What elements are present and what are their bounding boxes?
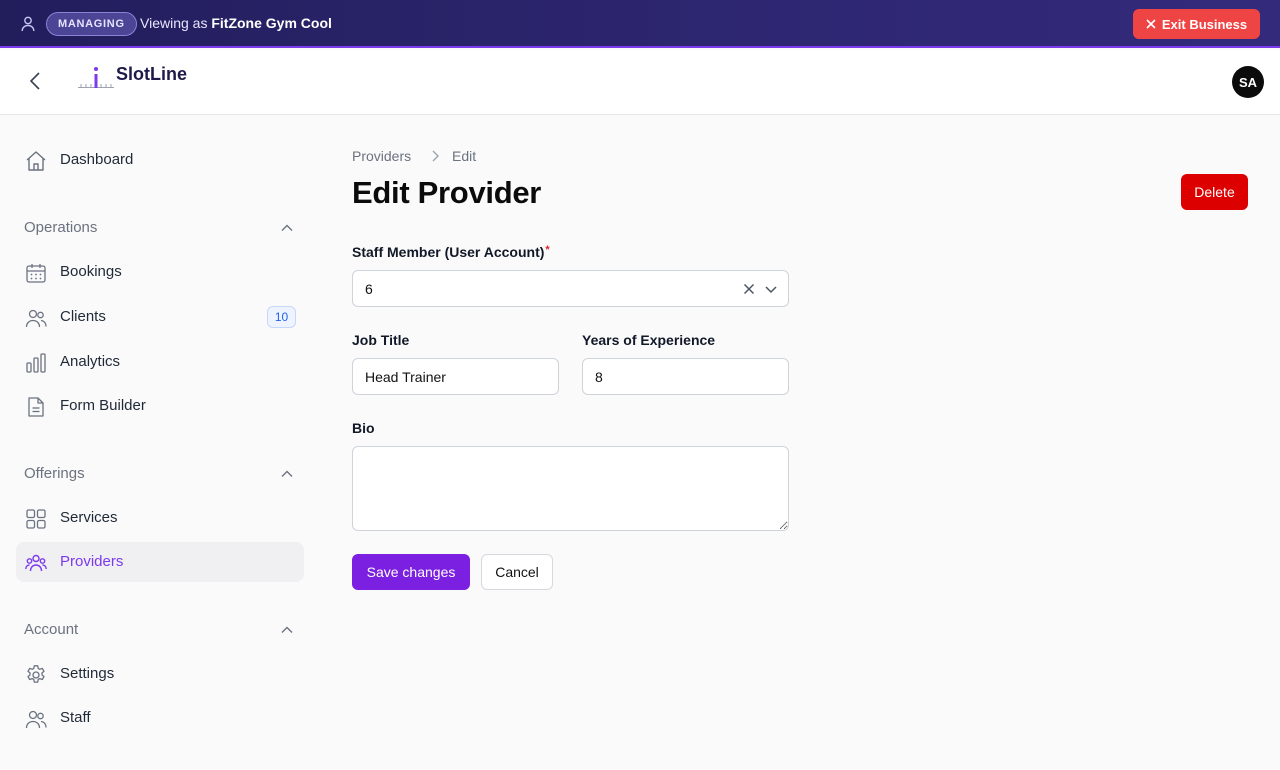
cancel-button[interactable]: Cancel: [481, 554, 553, 590]
users-icon: [25, 708, 47, 730]
file-text-icon: [25, 396, 47, 418]
years-experience-input[interactable]: [582, 358, 789, 395]
staff-member-label-text: Staff Member (User Account): [352, 244, 545, 260]
viewing-as-text: Viewing as FitZone Gym Cool: [140, 15, 332, 31]
job-title-input[interactable]: [352, 358, 559, 395]
chevron-up-icon: [280, 467, 294, 481]
sidebar-item-label: Dashboard: [60, 151, 134, 168]
brand-name: SlotLine: [116, 64, 187, 84]
breadcrumb-providers-link[interactable]: Providers: [352, 148, 411, 164]
sidebar-item-label: Bookings: [60, 263, 122, 280]
sidebar-item-clients[interactable]: Clients 10: [16, 297, 304, 337]
sidebar-item-label: Clients: [60, 308, 106, 325]
section-toggle-offerings[interactable]: Offerings: [24, 463, 296, 485]
chevron-left-icon: [29, 72, 41, 90]
sidebar-item-label: Services: [60, 509, 118, 526]
users-icon: [25, 307, 47, 329]
sidebar-item-analytics[interactable]: Analytics: [16, 342, 304, 382]
bar-chart-icon: [25, 352, 47, 374]
section-label: Offerings: [24, 465, 85, 482]
section-label: Operations: [24, 219, 98, 236]
close-icon: [1146, 19, 1156, 29]
staff-member-select[interactable]: 6: [352, 270, 789, 307]
slotline-logo-icon: [78, 64, 114, 90]
sidebar-item-label: Settings: [60, 665, 115, 682]
sidebar-item-bookings[interactable]: Bookings: [16, 252, 304, 292]
sidebar-item-label: Staff: [60, 709, 91, 726]
years-experience-label: Years of Experience: [582, 332, 716, 348]
sidebar-item-settings[interactable]: Settings: [16, 654, 304, 694]
sidebar-item-label: Form Builder: [60, 397, 146, 414]
sidebar-item-form-builder[interactable]: Form Builder: [16, 386, 304, 426]
section-toggle-operations[interactable]: Operations: [24, 217, 296, 239]
section-toggle-account[interactable]: Account: [24, 619, 296, 641]
chevron-down-icon[interactable]: [764, 282, 778, 296]
sidebar-item-label: Analytics: [60, 353, 121, 370]
section-label: Account: [24, 621, 79, 638]
avatar[interactable]: SA: [1232, 66, 1264, 98]
viewing-prefix: Viewing as: [140, 15, 212, 31]
save-changes-button[interactable]: Save changes: [352, 554, 470, 590]
sidebar-item-providers[interactable]: Providers: [16, 542, 304, 582]
bio-textarea[interactable]: [352, 446, 789, 531]
staff-member-value: 6: [365, 281, 373, 297]
user-icon: [21, 16, 35, 32]
clear-icon[interactable]: [742, 282, 756, 296]
delete-button[interactable]: Delete: [1181, 174, 1248, 210]
page-title: Edit Provider: [352, 175, 542, 210]
bio-label: Bio: [352, 420, 375, 436]
staff-member-label: Staff Member (User Account)*: [352, 244, 550, 260]
home-icon: [25, 150, 47, 172]
business-name: FitZone Gym Cool: [211, 15, 332, 31]
calendar-icon: [25, 262, 47, 284]
grid-icon: [25, 508, 47, 530]
sidebar-item-services[interactable]: Services: [16, 498, 304, 538]
app-header: SlotLine SA: [0, 50, 1280, 115]
breadcrumb-current: Edit: [452, 148, 477, 164]
chevron-right-icon: [428, 149, 442, 163]
back-button[interactable]: [24, 70, 46, 92]
sidebar-item-staff[interactable]: Staff: [16, 698, 304, 738]
exit-business-button[interactable]: Exit Business: [1133, 9, 1260, 39]
sidebar-item-label: Providers: [60, 553, 124, 570]
required-asterisk: *: [545, 244, 550, 256]
clients-count-badge: 10: [267, 306, 296, 328]
team-icon: [25, 552, 47, 574]
impersonation-banner: MANAGING Viewing as FitZone Gym Cool Exi…: [0, 0, 1280, 48]
chevron-up-icon: [280, 623, 294, 637]
managing-badge: MANAGING: [46, 12, 137, 36]
chevron-up-icon: [280, 221, 294, 235]
gear-icon: [25, 664, 47, 686]
exit-business-label: Exit Business: [1161, 16, 1248, 32]
job-title-label: Job Title: [352, 332, 410, 348]
sidebar: Dashboard Operations Bookings Clients 10: [0, 115, 320, 770]
sidebar-item-dashboard[interactable]: Dashboard: [16, 140, 304, 180]
